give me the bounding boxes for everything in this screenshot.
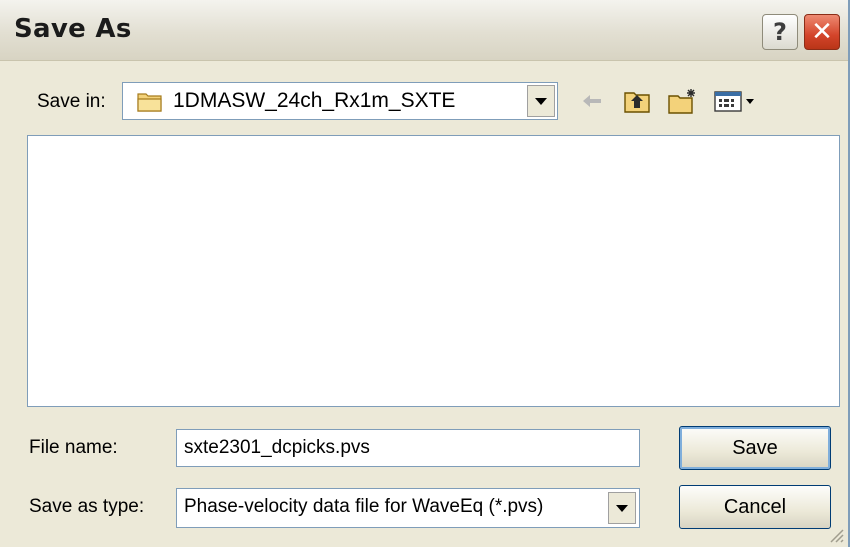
file-list-view[interactable] xyxy=(27,135,840,407)
file-name-input[interactable]: sxte2301_dcpicks.pvs xyxy=(176,429,640,467)
save-in-label: Save in: xyxy=(37,91,106,112)
help-icon: ? xyxy=(773,18,787,46)
view-menu-icon[interactable] xyxy=(712,86,762,116)
save-as-dialog: Save As ? ✕ Save in: 1DMASW_24ch_Rx1m_SX… xyxy=(0,0,850,547)
save-in-dropdown-arrow[interactable] xyxy=(527,85,555,117)
back-arrow-icon[interactable] xyxy=(580,86,604,116)
up-one-level-icon[interactable] xyxy=(622,86,652,116)
save-in-dropdown[interactable]: 1DMASW_24ch_Rx1m_SXTE xyxy=(122,82,558,120)
save-button[interactable]: Save xyxy=(679,426,831,470)
save-as-type-dropdown-arrow[interactable] xyxy=(608,492,636,524)
help-button[interactable]: ? xyxy=(762,14,798,50)
cancel-button-label: Cancel xyxy=(723,495,787,518)
save-as-type-dropdown[interactable]: Phase-velocity data file for WaveEq (*.p… xyxy=(176,488,640,528)
close-icon: ✕ xyxy=(811,17,833,47)
dialog-title: Save As xyxy=(14,14,132,44)
cancel-button[interactable]: Cancel xyxy=(679,485,831,529)
folder-icon xyxy=(137,93,162,112)
save-as-type-label: Save as type: xyxy=(29,496,145,517)
create-new-folder-icon[interactable] xyxy=(667,86,699,116)
title-bar[interactable]: Save As ? ✕ xyxy=(0,0,848,61)
save-as-type-value: Phase-velocity data file for WaveEq (*.p… xyxy=(184,496,544,517)
resize-grip-icon[interactable] xyxy=(828,527,844,543)
close-button[interactable]: ✕ xyxy=(804,14,840,50)
file-name-label: File name: xyxy=(29,437,118,458)
save-in-value: 1DMASW_24ch_Rx1m_SXTE xyxy=(173,89,456,112)
save-button-label: Save xyxy=(732,436,778,459)
